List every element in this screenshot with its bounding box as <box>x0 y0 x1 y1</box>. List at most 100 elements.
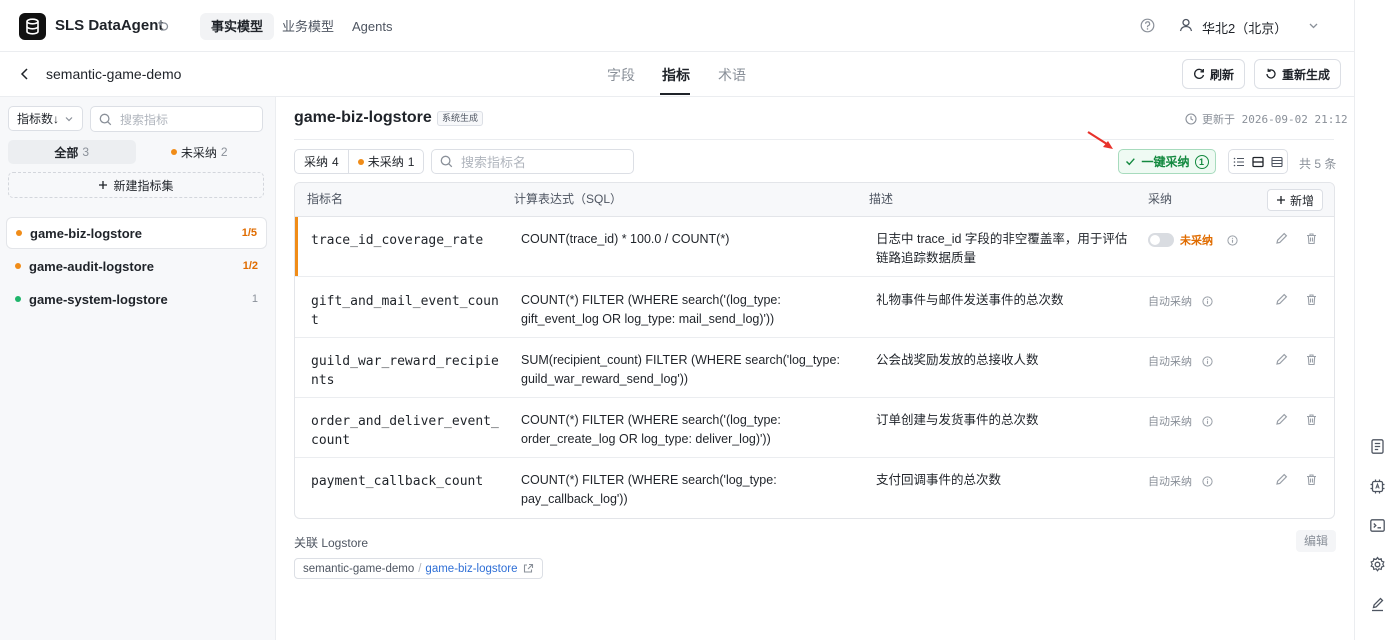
sidebar-item-game-audit-logstore[interactable]: game-audit-logstore 1/2 <box>6 250 267 282</box>
edit-icon[interactable] <box>1275 232 1288 245</box>
info-icon[interactable] <box>1202 355 1213 367</box>
document-icon[interactable] <box>1369 438 1386 455</box>
status-label: 自动采纳 <box>1148 476 1192 488</box>
edit-note-icon[interactable] <box>1369 596 1386 613</box>
segment-all[interactable]: 全部 3 <box>8 140 136 164</box>
nav-tab-agents[interactable]: Agents <box>341 13 403 40</box>
metric-name: trace_id_coverage_rate <box>311 233 484 248</box>
segment-not-accepted-count: 2 <box>220 145 228 159</box>
status-dot <box>15 263 21 269</box>
undo-icon[interactable] <box>156 19 169 32</box>
info-icon[interactable] <box>1202 295 1213 307</box>
column-header-sql: 计算表达式（SQL） <box>514 192 623 206</box>
metric-description: 支付回调事件的总次数 <box>876 473 1002 487</box>
filter-segment: 全部 3 未采纳 2 <box>8 140 263 164</box>
app-logo-icon[interactable] <box>19 13 46 40</box>
refresh-button[interactable]: 刷新 <box>1182 59 1246 89</box>
edit-icon[interactable] <box>1275 413 1288 426</box>
top-bar: SLS DataAgent 事实模型 业务模型 Agents 华北2（北京） <box>0 0 1354 52</box>
edit-button[interactable]: 编辑 <box>1296 530 1337 552</box>
subtab-metrics[interactable]: 指标 <box>662 65 690 85</box>
accept-cell: 自动采纳 <box>1148 413 1213 429</box>
add-metric-button[interactable]: 新增 <box>1267 189 1324 211</box>
crumb-logstore-link[interactable]: game-biz-logstore <box>425 563 517 575</box>
table-row[interactable]: gift_and_mail_event_count COUNT(*) FILTE… <box>295 278 1334 338</box>
edit-icon[interactable] <box>1275 473 1288 486</box>
right-tool-rail <box>1354 0 1400 640</box>
table-view-icon[interactable] <box>1271 156 1283 168</box>
logstore-count: 1 <box>251 293 258 305</box>
plus-icon <box>98 180 108 190</box>
sidebar-item-game-biz-logstore[interactable]: game-biz-logstore 1/5 <box>6 217 267 249</box>
logstore-name: game-system-logstore <box>29 291 168 307</box>
chevron-down-icon[interactable] <box>1308 20 1319 31</box>
metric-search-input[interactable]: 搜索指标名 <box>431 149 634 174</box>
check-icon <box>1125 156 1136 167</box>
annotation-arrow-icon <box>1086 130 1116 152</box>
status-label: 未采纳 <box>1180 235 1213 247</box>
filter-not-accepted-count: 1 <box>407 154 415 169</box>
table-row[interactable]: guild_war_reward_recipients SUM(recipien… <box>295 338 1334 398</box>
sidebar-search-input[interactable]: 搜索指标 <box>90 106 263 132</box>
sort-select[interactable]: 指标数↓ <box>8 106 83 131</box>
table-row[interactable]: payment_callback_count COUNT(*) FILTER (… <box>295 458 1334 518</box>
page-title: game-biz-logstore <box>294 109 432 126</box>
info-icon[interactable] <box>1202 415 1213 427</box>
add-metric-label: 新增 <box>1290 193 1315 208</box>
table-row[interactable]: trace_id_coverage_rate COUNT(trace_id) *… <box>295 217 1334 277</box>
help-icon[interactable] <box>1140 18 1155 33</box>
accept-all-count: 1 <box>1194 154 1209 169</box>
accept-all-button[interactable]: 一键采纳 1 <box>1118 149 1216 174</box>
settings-icon[interactable] <box>1369 556 1386 573</box>
edit-icon[interactable] <box>1275 353 1288 366</box>
back-arrow-icon[interactable] <box>18 67 32 81</box>
external-link-icon[interactable] <box>523 563 534 574</box>
crumb-separator: / <box>418 562 422 575</box>
sidebar-item-game-system-logstore[interactable]: game-system-logstore 1 <box>6 283 267 315</box>
metric-search-placeholder: 搜索指标名 <box>461 155 527 170</box>
accept-toggle[interactable] <box>1148 233 1174 247</box>
filter-not-accepted[interactable]: 未采纳 1 <box>347 150 424 173</box>
segment-not-accepted[interactable]: 未采纳 2 <box>136 140 264 164</box>
sidebar-search-placeholder: 搜索指标 <box>120 112 169 127</box>
info-icon[interactable] <box>1227 234 1238 246</box>
delete-icon[interactable] <box>1305 473 1318 486</box>
accept-filter-group: 采纳 4 未采纳 1 <box>294 149 425 174</box>
region-selector[interactable]: 华北2（北京） <box>1202 18 1287 37</box>
info-icon[interactable] <box>1202 475 1213 487</box>
subtab-terms[interactable]: 术语 <box>718 65 746 85</box>
view-density-toggle <box>1228 149 1288 174</box>
column-header-description: 描述 <box>869 192 894 206</box>
updated-text: 更新于 2026-09-02 21:12 <box>1202 113 1348 126</box>
delete-icon[interactable] <box>1305 293 1318 306</box>
sort-label: 指标数↓ <box>17 112 60 126</box>
compact-view-icon[interactable] <box>1252 156 1264 168</box>
accept-cell: 自动采纳 <box>1148 473 1213 489</box>
logstore-count: 1/2 <box>242 260 258 272</box>
list-view-icon[interactable] <box>1233 156 1245 168</box>
delete-icon[interactable] <box>1305 232 1318 245</box>
new-metric-set-button[interactable]: 新建指标集 <box>8 172 264 198</box>
divider <box>294 139 1334 140</box>
terminal-icon[interactable] <box>1369 517 1386 534</box>
chip-icon[interactable] <box>1369 478 1386 495</box>
filter-accepted[interactable]: 采纳 4 <box>295 150 348 173</box>
edit-icon[interactable] <box>1275 293 1288 306</box>
filter-not-accepted-label: 未采纳 <box>367 155 404 169</box>
regenerate-button[interactable]: 重新生成 <box>1254 59 1342 89</box>
nav-tab-business-model[interactable]: 业务模型 <box>271 13 345 40</box>
segment-all-label: 全部 <box>54 145 79 160</box>
system-generated-badge: 系统生成 <box>437 111 484 126</box>
filter-accepted-label: 采纳 <box>304 155 329 169</box>
table-row[interactable]: order_and_deliver_event_count COUNT(*) F… <box>295 398 1334 458</box>
delete-icon[interactable] <box>1305 353 1318 366</box>
chevron-down-icon <box>64 114 74 124</box>
logstore-sidebar: 指标数↓ 搜索指标 全部 3 未采纳 2 新建指标集 game-biz-logs… <box>0 97 276 640</box>
app-title: SLS DataAgent <box>55 17 164 34</box>
model-name: semantic-game-demo <box>46 66 182 82</box>
delete-icon[interactable] <box>1305 413 1318 426</box>
subtab-fields[interactable]: 字段 <box>607 65 635 85</box>
user-icon[interactable] <box>1178 17 1194 33</box>
segment-all-count: 3 <box>82 145 90 159</box>
nav-tab-fact-model[interactable]: 事实模型 <box>200 13 275 40</box>
